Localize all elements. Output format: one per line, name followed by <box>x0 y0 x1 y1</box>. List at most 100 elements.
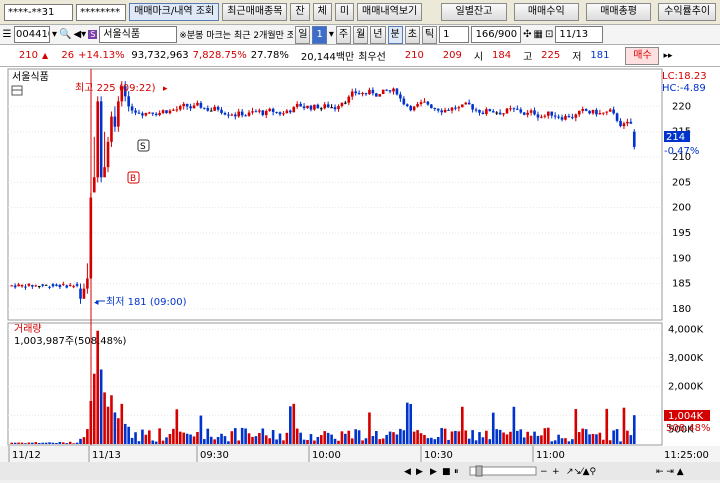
settings-icon[interactable]: ☰ <box>2 29 12 40</box>
candle-body <box>567 115 571 118</box>
candle-body <box>502 113 505 115</box>
candle-body <box>34 285 38 287</box>
sound-icon[interactable]: ◀▾ <box>73 29 86 40</box>
period-tick[interactable]: 틱 <box>421 25 438 44</box>
return-trend-button[interactable]: 수익률추이 <box>658 3 716 21</box>
tab-balance[interactable]: 잔 <box>290 3 310 21</box>
tools-icon[interactable]: ⊡ <box>545 29 553 40</box>
candle-body <box>158 112 161 116</box>
count-field[interactable]: 166/900 <box>471 26 522 43</box>
volume-bar <box>258 432 261 444</box>
price-tick-label: 190 <box>672 253 691 264</box>
trade-summary-button[interactable]: 매매총평 <box>585 3 652 21</box>
zoom-plus-icon[interactable]: + <box>552 467 560 477</box>
chevron-down-icon[interactable]: ▾ <box>329 29 334 40</box>
time-axis-label: 09:30 <box>200 450 229 461</box>
best-ask: 210 <box>404 50 424 61</box>
daily-balance-button[interactable]: 일별잔고 <box>441 3 507 21</box>
volume-tick-label: 3,000K <box>668 353 704 364</box>
tick-value-select[interactable]: 1 <box>439 26 470 43</box>
candle-body <box>258 110 261 112</box>
turnover-rate: 27.78% <box>250 50 289 61</box>
volume-tick-label: 4,000K <box>668 324 704 335</box>
volume-bar <box>412 431 416 444</box>
nav-tools-icon[interactable]: ⇤ ⇥ ▲ <box>656 467 684 477</box>
notice-text: ※분봉 마크는 최근 2개월만 조회 <box>179 31 294 41</box>
scroll-right-icon[interactable]: ▶ <box>416 467 423 477</box>
zoom-slider-thumb[interactable] <box>475 465 483 477</box>
volume-bar <box>612 430 615 444</box>
volume-bar <box>230 431 234 444</box>
candle-body <box>347 96 351 103</box>
volume-rate: 7,828.75% <box>192 50 247 61</box>
dropdown-icon[interactable]: ▾ <box>52 29 57 40</box>
tab-unfilled[interactable]: 미 <box>334 3 355 21</box>
volume-bar <box>464 430 468 444</box>
volume-bar <box>457 431 461 444</box>
candle-body <box>271 108 275 112</box>
chart-area[interactable]: 서울식품 최고 225 (09:22) 최저 181 (09:00) ◂ ▸ S… <box>0 67 720 480</box>
pin-icon[interactable]: ✣ <box>523 29 531 40</box>
account-field[interactable]: ****-**31 <box>4 3 74 21</box>
period-number[interactable]: 1 <box>312 25 327 44</box>
trade-profit-button[interactable]: 매매수익 <box>513 3 579 21</box>
period-year[interactable]: 년 <box>370 25 386 44</box>
volume-bar <box>86 429 89 444</box>
volume-value: 93,732,963 <box>131 50 189 61</box>
stop-icon[interactable]: ■ <box>442 467 451 477</box>
candle-body <box>364 93 368 95</box>
price-change: 26 <box>61 50 75 61</box>
grid-icon[interactable]: ▦ <box>534 29 543 40</box>
buy-button[interactable]: 매수 <box>625 46 660 65</box>
scroll-left-icon[interactable]: ◀ <box>404 467 411 477</box>
candle-body <box>447 109 450 111</box>
volume-bar <box>381 438 385 444</box>
volume-bar <box>330 434 333 444</box>
candle-body <box>268 108 271 111</box>
volume-bar <box>509 431 512 444</box>
candle-body <box>474 109 478 111</box>
zoom-minus-icon[interactable]: − <box>540 467 548 477</box>
candle-body <box>285 110 289 114</box>
volume-bar <box>151 440 155 444</box>
candle-body <box>443 109 447 113</box>
candle-body <box>92 177 96 193</box>
stock-name-field[interactable]: 서울식품 <box>99 26 178 43</box>
volume-bar <box>68 441 72 444</box>
volume-bar <box>264 435 268 444</box>
volume-bar <box>605 408 609 444</box>
candle-body <box>251 111 254 113</box>
candlestick-chart[interactable]: 서울식품 최고 225 (09:22) 최저 181 (09:00) ◂ ▸ S… <box>0 67 720 480</box>
volume-bar <box>357 430 361 444</box>
period-minute[interactable]: 분 <box>387 25 403 44</box>
tab-recent-trades[interactable]: 최근매매종목 <box>222 3 288 21</box>
tab-trade-history[interactable]: 매매내역보기 <box>357 3 423 21</box>
tab-filled[interactable]: 체 <box>312 3 332 21</box>
period-second[interactable]: 초 <box>404 25 420 44</box>
volume-bar <box>10 442 14 444</box>
candle-body <box>540 116 543 118</box>
stock-code-input[interactable]: 004410 <box>14 26 50 43</box>
candle-body <box>612 109 615 114</box>
volume-bar <box>161 440 165 444</box>
candle-body <box>577 110 581 115</box>
time-axis-label: 10:00 <box>312 450 341 461</box>
tab-trade-marks[interactable]: 매매마크/내역 조회 <box>129 3 220 21</box>
candle-body <box>419 102 423 104</box>
candle-body <box>154 113 158 116</box>
volume-bar <box>285 432 289 444</box>
password-field[interactable]: ******** <box>76 3 127 21</box>
period-month[interactable]: 월 <box>353 25 369 44</box>
candle-body <box>44 284 48 286</box>
pause-icon[interactable]: ⏸ <box>454 467 459 477</box>
date-field[interactable]: 11/13 <box>555 26 604 43</box>
expand-icon[interactable]: ▸▸ <box>663 51 672 61</box>
period-day[interactable]: 일 <box>295 25 311 44</box>
drawing-tools-icon[interactable]: ↗↘⁄▲⚲ <box>566 467 597 477</box>
play-icon[interactable]: ▶ <box>430 467 437 477</box>
search-icon[interactable]: 🔍 <box>59 29 71 40</box>
volume-bar <box>110 395 113 444</box>
period-week[interactable]: 주 <box>335 25 352 44</box>
volume-bar <box>99 369 103 444</box>
candle-body <box>141 113 144 116</box>
